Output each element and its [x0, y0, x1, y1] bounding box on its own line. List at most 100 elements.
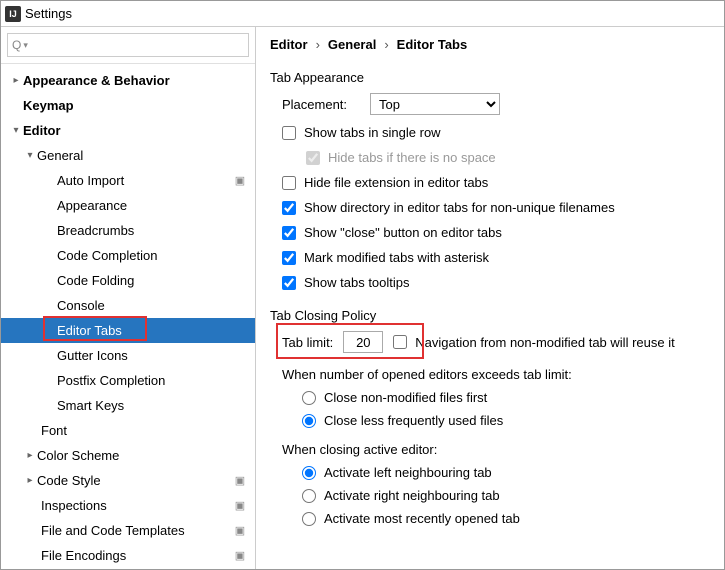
- radio-activate-recent[interactable]: Activate most recently opened tab: [282, 511, 710, 526]
- tree-item-code-folding[interactable]: Code Folding: [1, 268, 255, 293]
- radio-close-nonmod[interactable]: Close non-modified files first: [282, 390, 710, 405]
- tree-item-file-encodings[interactable]: File Encodings ▣: [1, 543, 255, 568]
- tree-item-appearance-behavior[interactable]: ▸ Appearance & Behavior: [1, 68, 255, 93]
- checkbox[interactable]: [282, 126, 296, 140]
- tree-item-font[interactable]: Font: [1, 418, 255, 443]
- radio[interactable]: [302, 489, 316, 503]
- search-box[interactable]: Q ▾: [7, 33, 249, 57]
- breadcrumb-part[interactable]: Editor: [270, 37, 308, 52]
- checkbox[interactable]: [282, 251, 296, 265]
- tree-label: File and Code Templates: [41, 523, 233, 538]
- breadcrumb-part[interactable]: General: [328, 37, 376, 52]
- radio[interactable]: [302, 391, 316, 405]
- checkbox[interactable]: [282, 226, 296, 240]
- checkbox: [306, 151, 320, 165]
- tree-label: Auto Import: [57, 173, 233, 188]
- tree-label: File Encodings: [41, 548, 233, 563]
- chevron-down-icon: ▾: [9, 125, 23, 136]
- tree-item-smart-keys[interactable]: Smart Keys: [1, 393, 255, 418]
- tree-item-keymap[interactable]: Keymap: [1, 93, 255, 118]
- tab-limit-row: Tab limit: Navigation from non-modified …: [282, 331, 710, 353]
- tab-limit-input[interactable]: [343, 331, 383, 353]
- checkbox[interactable]: [282, 276, 296, 290]
- checkbox-show-single-row[interactable]: Show tabs in single row: [282, 125, 710, 140]
- placement-row: Placement: Top: [282, 93, 710, 115]
- checkbox-hide-no-space: Hide tabs if there is no space: [282, 150, 710, 165]
- radio-close-lfu[interactable]: Close less frequently used files: [282, 413, 710, 428]
- closing-label: When closing active editor:: [282, 442, 710, 457]
- placement-label: Placement:: [282, 97, 360, 112]
- radio-activate-right[interactable]: Activate right neighbouring tab: [282, 488, 710, 503]
- tree-item-breadcrumbs[interactable]: Breadcrumbs: [1, 218, 255, 243]
- section-body: Tab limit: Navigation from non-modified …: [270, 331, 710, 526]
- tree-item-file-code-templates[interactable]: File and Code Templates ▣: [1, 518, 255, 543]
- tree-label: Code Style: [37, 473, 233, 488]
- tree-item-editor-tabs[interactable]: Editor Tabs: [1, 318, 255, 343]
- radio-label: Activate right neighbouring tab: [324, 488, 500, 503]
- radio[interactable]: [302, 512, 316, 526]
- checkbox-show-tooltips[interactable]: Show tabs tooltips: [282, 275, 710, 290]
- scope-icon: ▣: [233, 549, 247, 563]
- checkbox-mark-modified[interactable]: Mark modified tabs with asterisk: [282, 250, 710, 265]
- tree-item-inspections[interactable]: Inspections ▣: [1, 493, 255, 518]
- tree-label: Inspections: [41, 498, 233, 513]
- checkbox-label: Show directory in editor tabs for non-un…: [304, 200, 615, 215]
- tree-label: General: [37, 148, 255, 163]
- chevron-right-icon: ›: [384, 37, 388, 52]
- tree-item-auto-import[interactable]: Auto Import ▣: [1, 168, 255, 193]
- placement-select[interactable]: Top: [370, 93, 500, 115]
- scope-icon: ▣: [233, 174, 247, 188]
- checkbox[interactable]: [282, 201, 296, 215]
- tree-item-code-style[interactable]: ▸ Code Style ▣: [1, 468, 255, 493]
- radio-label: Activate most recently opened tab: [324, 511, 520, 526]
- tree-item-color-scheme[interactable]: ▸ Color Scheme: [1, 443, 255, 468]
- chevron-right-icon: ›: [316, 37, 320, 52]
- scope-icon: ▣: [233, 474, 247, 488]
- scope-icon: ▣: [233, 499, 247, 513]
- tree-label: Postfix Completion: [57, 373, 255, 388]
- chevron-right-icon: ▸: [23, 450, 37, 461]
- content: Q ▾ ▸ Appearance & Behavior Keymap ▾ Edi…: [1, 27, 724, 569]
- radio-label: Close non-modified files first: [324, 390, 487, 405]
- tree-item-general[interactable]: ▾ General: [1, 143, 255, 168]
- tree-label: Code Folding: [57, 273, 255, 288]
- settings-sidebar: Q ▾ ▸ Appearance & Behavior Keymap ▾ Edi…: [1, 27, 256, 569]
- checkbox-nav-reuse[interactable]: Navigation from non-modified tab will re…: [393, 335, 674, 350]
- tree-label: Appearance & Behavior: [23, 73, 255, 88]
- tree-label: Gutter Icons: [57, 348, 255, 363]
- search-input[interactable]: [28, 38, 244, 52]
- checkbox-label: Navigation from non-modified tab will re…: [415, 335, 674, 350]
- settings-main: Editor › General › Editor Tabs Tab Appea…: [256, 27, 724, 569]
- tree-item-code-completion[interactable]: Code Completion: [1, 243, 255, 268]
- app-icon: IJ: [5, 6, 21, 22]
- chevron-right-icon: ▸: [23, 475, 37, 486]
- checkbox[interactable]: [282, 176, 296, 190]
- checkbox-label: Hide file extension in editor tabs: [304, 175, 488, 190]
- radio-label: Activate left neighbouring tab: [324, 465, 492, 480]
- tree-label: Console: [57, 298, 255, 313]
- radio-label: Close less frequently used files: [324, 413, 503, 428]
- search-row: Q ▾: [1, 27, 255, 64]
- tree-item-gutter-icons[interactable]: Gutter Icons: [1, 343, 255, 368]
- tree-item-console[interactable]: Console: [1, 293, 255, 318]
- tree-item-editor[interactable]: ▾ Editor: [1, 118, 255, 143]
- checkbox-label: Show tabs tooltips: [304, 275, 410, 290]
- section-title: Tab Closing Policy: [270, 308, 710, 323]
- checkbox-show-dir[interactable]: Show directory in editor tabs for non-un…: [282, 200, 710, 215]
- tree-label: Font: [41, 423, 255, 438]
- exceed-label: When number of opened editors exceeds ta…: [282, 367, 710, 382]
- window-title: Settings: [25, 6, 72, 21]
- section-tab-appearance: Tab Appearance: [270, 70, 710, 85]
- tree-label: Editor Tabs: [57, 323, 255, 338]
- tree-item-appearance[interactable]: Appearance: [1, 193, 255, 218]
- radio[interactable]: [302, 414, 316, 428]
- radio-activate-left[interactable]: Activate left neighbouring tab: [282, 465, 710, 480]
- tree-item-postfix-completion[interactable]: Postfix Completion: [1, 368, 255, 393]
- checkbox-label: Show tabs in single row: [304, 125, 441, 140]
- scope-icon: ▣: [233, 524, 247, 538]
- checkbox-hide-ext[interactable]: Hide file extension in editor tabs: [282, 175, 710, 190]
- radio[interactable]: [302, 466, 316, 480]
- checkbox[interactable]: [393, 335, 407, 349]
- search-icon: Q: [12, 38, 21, 52]
- checkbox-show-close[interactable]: Show "close" button on editor tabs: [282, 225, 710, 240]
